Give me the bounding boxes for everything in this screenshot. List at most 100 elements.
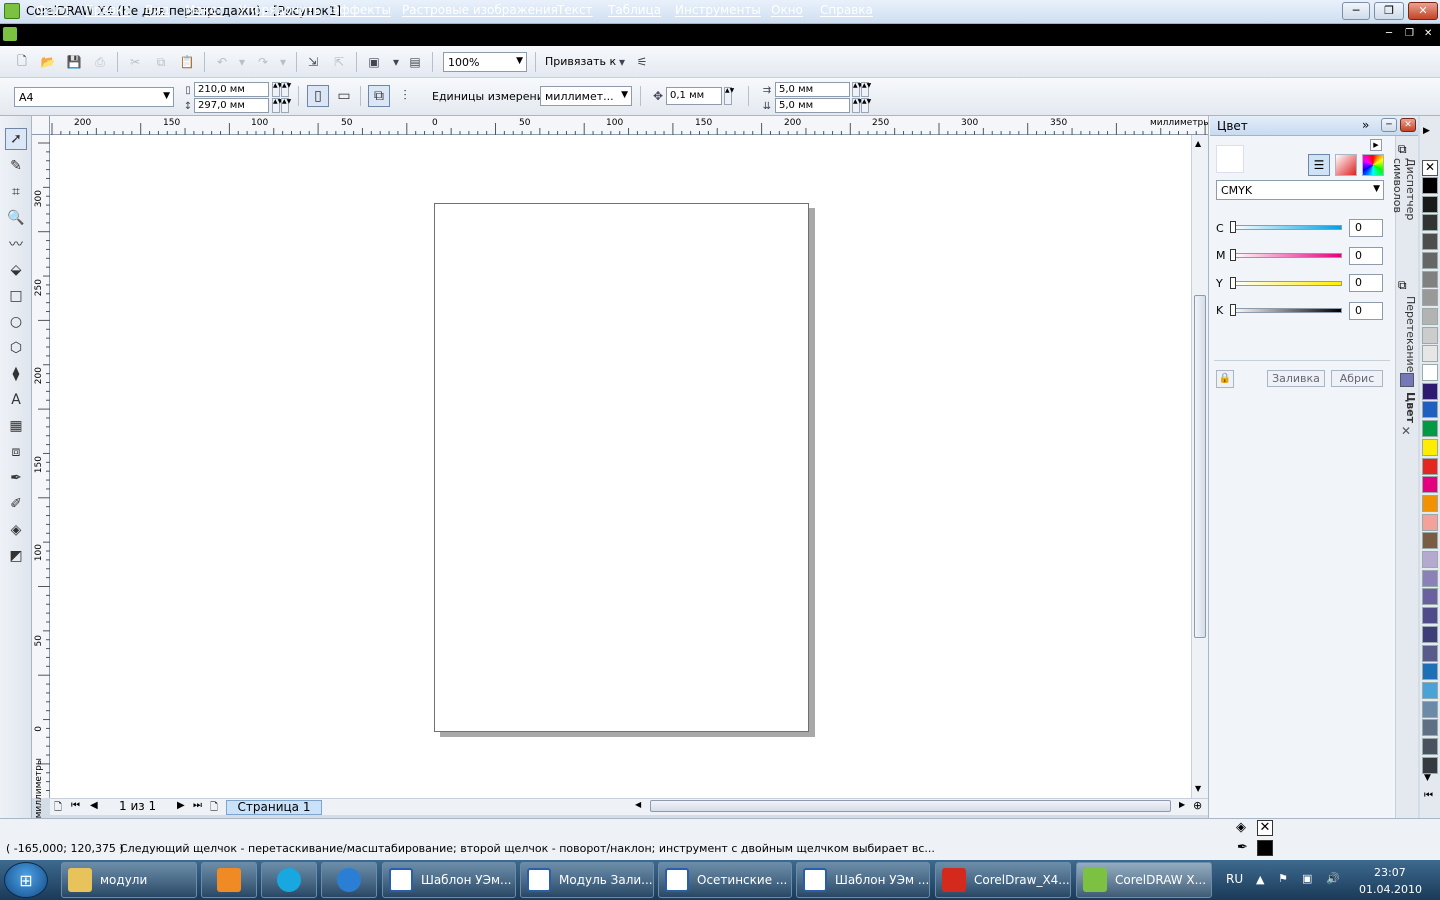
previous-page-icon[interactable]: ◀	[90, 800, 98, 811]
color-swatch[interactable]	[1422, 738, 1438, 755]
snap-dropdown-icon[interactable]: ▾	[614, 54, 630, 70]
taskbar-item-word4[interactable]: Шаблон УЭм ...	[796, 862, 930, 898]
close-button[interactable]: ✕	[1408, 2, 1438, 20]
interactive-fill-tool-icon[interactable]: ◩	[5, 545, 27, 567]
last-page-icon[interactable]: ⏭	[193, 800, 202, 811]
menu-effects[interactable]: Эффекты	[331, 3, 391, 17]
outline-indicator-icon[interactable]: ✒	[1237, 840, 1248, 855]
menu-edit[interactable]: Правка	[85, 3, 131, 17]
print-icon[interactable]: ⎙	[92, 54, 108, 70]
eyedropper-tool-icon[interactable]: ✒	[5, 467, 27, 489]
fill-tool-icon[interactable]: ◈	[5, 519, 27, 541]
portrait-icon[interactable]: ▯	[307, 85, 329, 107]
color-swatch[interactable]	[1422, 532, 1438, 550]
color-swatch[interactable]	[1422, 719, 1438, 737]
freehand-tool-icon[interactable]: 〰	[5, 233, 27, 255]
table-tool-icon[interactable]: ▦	[5, 415, 27, 437]
taskbar-item-word2[interactable]: Модуль Зали...	[520, 862, 654, 898]
duplicate-x-field[interactable]: 5,0 мм	[775, 82, 850, 97]
save-icon[interactable]: 💾	[66, 54, 82, 70]
color-swatch[interactable]	[1422, 438, 1438, 456]
doc-restore-icon[interactable]: ❐	[1405, 28, 1414, 39]
ellipse-tool-icon[interactable]: ○	[5, 311, 27, 333]
basic-shapes-tool-icon[interactable]: ⧫	[5, 363, 27, 385]
color-swatch[interactable]	[1422, 401, 1438, 419]
tab-color[interactable]: Цвет	[1397, 392, 1417, 423]
width-spinner[interactable]: ▲▼	[272, 82, 282, 97]
color-swatch[interactable]	[1422, 494, 1438, 512]
export-icon[interactable]: ⇱	[331, 54, 347, 70]
yellow-slider[interactable]	[1232, 281, 1342, 286]
color-swatch[interactable]	[1422, 476, 1438, 494]
taskbar-item-word3[interactable]: Осетинские ...	[658, 862, 792, 898]
volume-icon[interactable]: 🔊	[1326, 872, 1340, 885]
redo-icon[interactable]: ↷	[255, 54, 271, 70]
menu-window[interactable]: Окно	[771, 3, 803, 17]
lock-icon[interactable]: 🔒	[1216, 370, 1234, 388]
docker-menu-icon[interactable]: ▶	[1370, 139, 1382, 151]
cyan-slider[interactable]	[1232, 225, 1342, 230]
scroll-up-icon[interactable]: ▲	[1195, 139, 1201, 148]
outline-tool-icon[interactable]: ✐	[5, 493, 27, 515]
launcher-dropdown-icon[interactable]: ▾	[388, 54, 404, 70]
interactive-blend-tool-icon[interactable]: ⧈	[5, 441, 27, 463]
duplicate-y-field[interactable]: 5,0 мм	[775, 98, 850, 113]
yellow-slider-handle[interactable]	[1230, 277, 1236, 289]
color-swatch[interactable]	[1422, 756, 1438, 774]
dup-y-spinner[interactable]: ▲▼	[861, 98, 871, 113]
color-swatch[interactable]	[1422, 233, 1438, 251]
color-swatch[interactable]	[1422, 663, 1438, 681]
scroll-left-icon[interactable]: ◀	[635, 800, 641, 809]
import-icon[interactable]: ⇲	[305, 54, 321, 70]
next-page-icon[interactable]: ▶	[177, 800, 185, 811]
color-palettes-icon[interactable]	[1362, 154, 1384, 176]
language-indicator[interactable]: RU	[1226, 872, 1243, 886]
outline-color-swatch[interactable]	[1257, 840, 1273, 856]
horizontal-ruler[interactable]	[50, 116, 1208, 135]
color-sliders-icon[interactable]: ☰	[1308, 154, 1330, 176]
width-spinner[interactable]: ▲▼	[281, 82, 291, 97]
black-slider[interactable]	[1232, 308, 1342, 313]
action-center-icon[interactable]: ⚑	[1278, 872, 1288, 885]
add-page-after-icon[interactable]: 🗋	[210, 800, 218, 817]
landscape-icon[interactable]: ▭	[333, 85, 355, 107]
fill-button[interactable]: Заливка	[1267, 370, 1325, 387]
color-swatch[interactable]	[1422, 644, 1438, 662]
color-swatch[interactable]	[1422, 214, 1438, 232]
open-icon[interactable]: 📂	[40, 54, 56, 70]
menu-tools[interactable]: Инструменты	[675, 3, 761, 17]
color-swatch[interactable]	[1422, 326, 1438, 344]
new-icon[interactable]: 🗋	[14, 54, 30, 70]
document-icon[interactable]	[3, 27, 17, 41]
tab-blend[interactable]: Перетекание	[1397, 296, 1417, 372]
black-slider-handle[interactable]	[1230, 304, 1236, 316]
taskbar-item-coreldraw[interactable]: CorelDRAW X...	[1076, 862, 1212, 898]
color-swatch[interactable]	[1422, 177, 1438, 194]
page-size-select[interactable]: A4 ▼	[14, 87, 174, 107]
options-icon[interactable]: ⚟	[634, 54, 650, 70]
color-swatch[interactable]	[1422, 270, 1438, 288]
color-swatch[interactable]	[1422, 364, 1438, 381]
taskbar-media-player[interactable]	[201, 862, 257, 898]
navigator-icon[interactable]: ⊕	[1193, 799, 1202, 812]
color-swatch[interactable]	[1422, 700, 1438, 718]
coreldraw-app-icon[interactable]	[4, 3, 20, 19]
rectangle-tool-icon[interactable]: □	[5, 285, 27, 307]
shape-tool-icon[interactable]: ✎	[5, 155, 27, 177]
scroll-down-icon[interactable]: ▼	[1195, 784, 1201, 793]
dup-x-spinner[interactable]: ▲▼	[852, 82, 862, 97]
color-swatch[interactable]	[1422, 681, 1438, 699]
network-icon[interactable]: ▣	[1302, 872, 1312, 885]
docker-close-icon[interactable]: ✕	[1400, 118, 1416, 132]
application-launcher-icon[interactable]: ▣	[366, 54, 382, 70]
color-swatch[interactable]	[1422, 551, 1438, 568]
first-page-icon[interactable]: ⏮	[71, 800, 80, 811]
vertical-scroll-thumb[interactable]	[1194, 295, 1206, 638]
all-pages-icon[interactable]: ⧉	[368, 85, 390, 107]
menu-help[interactable]: Справка	[820, 3, 873, 17]
crop-tool-icon[interactable]: ⌗	[5, 181, 27, 203]
taskbar-item-pdf[interactable]: CorelDraw_X4...	[935, 862, 1071, 898]
height-spinner[interactable]: ▲▼	[281, 98, 291, 113]
vertical-scrollbar[interactable]: ▲ ▼	[1191, 135, 1208, 798]
color-swatch[interactable]	[1422, 625, 1438, 643]
